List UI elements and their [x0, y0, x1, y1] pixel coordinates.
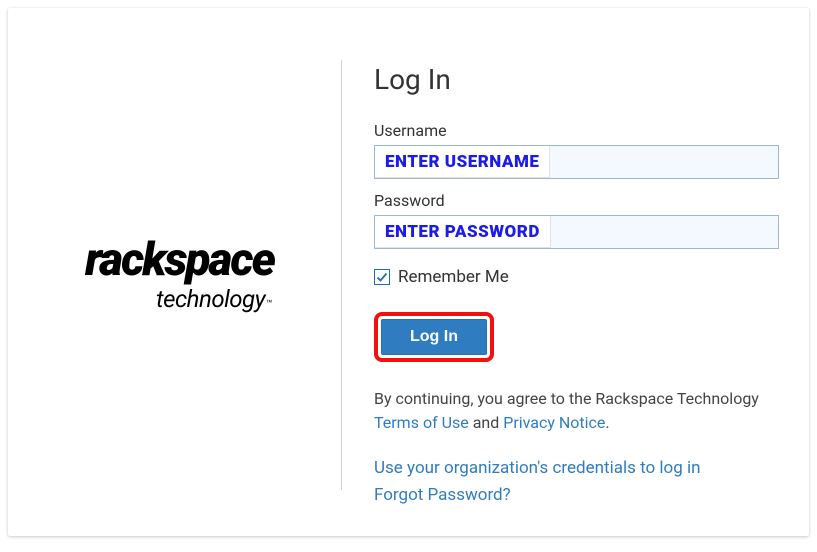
password-input[interactable]	[374, 215, 779, 249]
remember-row: Remember Me	[374, 267, 779, 287]
sso-link[interactable]: Use your organization's credentials to l…	[374, 455, 779, 482]
terms-link[interactable]: Terms of Use	[374, 413, 469, 432]
username-label: Username	[374, 121, 779, 140]
username-group: Username ENTER USERNAME	[374, 121, 779, 179]
login-button-highlight: Log In	[374, 312, 494, 362]
login-card: rackspace technology™ Log In Username EN…	[8, 8, 809, 536]
remember-label: Remember Me	[398, 267, 509, 287]
disclaimer-text: By continuing, you agree to the Rackspac…	[374, 387, 774, 435]
password-group: Password ENTER PASSWORD	[374, 191, 779, 249]
privacy-link[interactable]: Privacy Notice	[503, 413, 605, 432]
form-panel: Log In Username ENTER USERNAME Password …	[342, 53, 779, 496]
logo-main-text: rackspace	[85, 237, 274, 283]
rackspace-logo: rackspace technology™	[85, 237, 274, 313]
password-label: Password	[374, 191, 779, 210]
check-icon	[376, 271, 388, 283]
aux-links: Use your organization's credentials to l…	[374, 455, 779, 509]
logo-panel: rackspace technology™	[38, 53, 341, 496]
logo-sub-text: technology™	[156, 285, 272, 313]
forgot-password-link[interactable]: Forgot Password?	[374, 482, 779, 509]
page-title: Log In	[374, 63, 779, 96]
username-input[interactable]	[374, 145, 779, 179]
login-button[interactable]: Log In	[381, 319, 487, 355]
remember-checkbox[interactable]	[374, 269, 390, 285]
